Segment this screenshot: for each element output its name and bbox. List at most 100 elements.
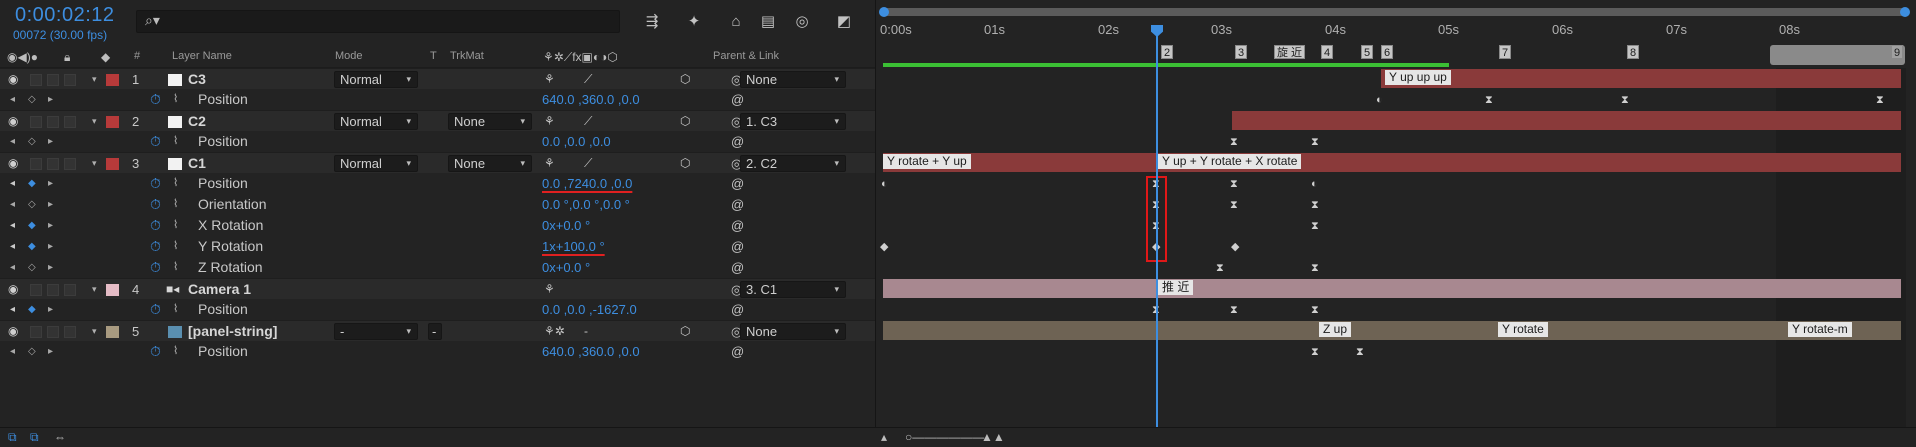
expression-pickwhip-icon[interactable]: @ [731, 257, 744, 278]
prev-keyframe-icon[interactable]: ◂ [10, 299, 15, 320]
solo-switch[interactable] [47, 116, 59, 128]
label-color-chip[interactable] [106, 326, 119, 338]
bar-marker-label[interactable]: Y up + Y rotate + X rotate [1158, 154, 1302, 169]
stopwatch-icon[interactable]: ⏱︎ [150, 89, 161, 110]
parent-dropdown[interactable]: 1. C3 ▾ [740, 113, 846, 130]
keyframe[interactable]: ⧗ [1230, 178, 1238, 190]
blend-mode-dropdown[interactable]: - ▾ [334, 323, 418, 340]
expression-pickwhip-icon[interactable]: @ [731, 131, 744, 152]
next-keyframe-icon[interactable]: ▸ [48, 89, 53, 110]
motion-blur-icon[interactable]: ◎ [791, 11, 813, 33]
blend-mode-dropdown[interactable]: Normal ▾ [334, 155, 418, 172]
twirl-down-icon[interactable]: ▾ [92, 153, 97, 174]
shy-switch-icon[interactable]: ⚘ [544, 279, 555, 300]
comp-marker[interactable]: 3 [1235, 45, 1248, 59]
solo-switch[interactable] [47, 326, 59, 338]
keyframe[interactable]: ⧗ [1311, 346, 1319, 358]
3d-layer-icon[interactable]: ⬡ [680, 111, 690, 132]
stopwatch-icon[interactable]: ⏱︎ [150, 341, 161, 362]
label-color-chip[interactable] [106, 284, 119, 296]
transfer-controls-toggle-icon[interactable]: ⧉ [30, 430, 39, 445]
stopwatch-icon[interactable]: ⏱︎ [150, 299, 161, 320]
layer-row-camera-1[interactable]: ◉ ▾ 4 ■◂ Camera 1 ⚘ ◎ 3. C1 ▾ [0, 278, 875, 299]
time-navigator-start-handle[interactable] [879, 7, 889, 17]
add-keyframe-icon[interactable]: ◇ [28, 131, 36, 152]
quality-switch-icon[interactable]: ⟋ [584, 111, 592, 132]
layer-switches-toggle-icon[interactable]: ⧉ [8, 430, 17, 445]
property-row-position[interactable]: ◂ ◆ ▸ ⏱︎ ⌇ Position 0.0 ,0.0 ,-1627.0 @ [0, 299, 875, 320]
layer-row-panel-string[interactable]: ◉ ▾ 5 [panel-string] - ▾ - ⚘✲ - ⬡ ◎ None ▾ [0, 320, 875, 341]
work-area-bar[interactable] [883, 63, 1449, 67]
add-keyframe-icon[interactable]: ◇ [28, 89, 36, 110]
bar-marker-label[interactable]: 推 近 [1158, 280, 1194, 295]
next-keyframe-icon[interactable]: ▸ [48, 257, 53, 278]
expression-pickwhip-icon[interactable]: @ [731, 173, 744, 194]
keyframe[interactable]: ⧗ [1485, 94, 1493, 106]
comp-marker[interactable]: 7 [1499, 45, 1512, 59]
layer-name[interactable]: Camera 1 [188, 279, 251, 300]
3d-layer-icon[interactable]: ⬡ [680, 321, 690, 342]
prev-keyframe-icon[interactable]: ◂ [10, 131, 15, 152]
add-keyframe-icon[interactable]: ◇ [28, 341, 36, 362]
property-value[interactable]: 0.0 ,0.0 ,0.0 [542, 131, 611, 152]
keyframe[interactable]: ⧗ [1311, 136, 1319, 148]
layer-name[interactable]: C2 [188, 111, 206, 132]
track-matte-dropdown[interactable]: - [428, 323, 442, 340]
3d-layer-icon[interactable]: ⬡ [680, 69, 690, 90]
track-matte-dropdown[interactable]: None ▾ [448, 113, 532, 130]
next-keyframe-icon[interactable]: ▸ [48, 236, 53, 257]
current-time-indicator-head[interactable] [1151, 25, 1163, 37]
label-color-chip[interactable] [106, 158, 119, 170]
zoom-in-icon[interactable]: ▲▲ [981, 430, 1005, 444]
keyframe[interactable]: ⧗ [1311, 262, 1319, 274]
property-value[interactable]: 0x+0.0 ° [542, 257, 590, 278]
expression-pickwhip-icon[interactable]: @ [731, 236, 744, 257]
layer-bar-c2[interactable] [1232, 111, 1901, 130]
layer-row-c2[interactable]: ◉ ▾ 2 C2 Normal ▾ None ▾ ⚘ ⟋ ⬡ ◎ 1. C3 ▾ [0, 110, 875, 131]
current-time-indicator[interactable] [1156, 28, 1158, 432]
keyframe[interactable]: ⧗ [1230, 199, 1238, 211]
expression-pickwhip-icon[interactable]: @ [731, 341, 744, 362]
expression-pickwhip-icon[interactable]: @ [731, 89, 744, 110]
zoom-out-icon[interactable]: ▴ [881, 430, 887, 444]
3d-layer-icon[interactable]: ⬡ [680, 153, 690, 174]
parent-dropdown[interactable]: 2. C2 ▾ [740, 155, 846, 172]
next-keyframe-icon[interactable]: ▸ [48, 173, 53, 194]
next-keyframe-icon[interactable]: ▸ [48, 215, 53, 236]
comp-marker[interactable]: 旋 近 [1274, 45, 1306, 59]
twirl-down-icon[interactable]: ▾ [92, 111, 97, 132]
visibility-eye-icon[interactable]: ◉ [8, 69, 18, 90]
property-row-position[interactable]: ◂ ◇ ▸ ⏱︎ ⌇ Position 640.0 ,360.0 ,0.0 @ [0, 89, 875, 110]
keyframe[interactable]: ◆ [1231, 241, 1239, 253]
solo-switch[interactable] [47, 158, 59, 170]
stopwatch-icon[interactable]: ⏱︎ [150, 215, 161, 236]
time-navigator-bar[interactable] [883, 8, 1905, 16]
prev-keyframe-icon[interactable]: ◂ [10, 236, 15, 257]
visibility-eye-icon[interactable]: ◉ [8, 321, 18, 342]
lock-switch[interactable] [64, 284, 76, 296]
shy-switch-icon[interactable]: ⚘ [544, 69, 555, 90]
visibility-eye-icon[interactable]: ◉ [8, 111, 18, 132]
expression-pickwhip-icon[interactable]: @ [731, 215, 744, 236]
keyframe-active-icon[interactable]: ◆ [28, 173, 36, 194]
layer-name-column-header[interactable]: Layer Name [172, 50, 232, 62]
lock-switch[interactable] [64, 116, 76, 128]
add-keyframe-icon[interactable]: ◇ [28, 194, 36, 215]
comp-marker[interactable]: 9 [1891, 45, 1904, 59]
next-keyframe-icon[interactable]: ▸ [48, 299, 53, 320]
add-keyframe-icon[interactable]: ◇ [28, 257, 36, 278]
next-keyframe-icon[interactable]: ▸ [48, 194, 53, 215]
prev-keyframe-icon[interactable]: ◂ [10, 215, 15, 236]
layer-row-c3[interactable]: ◉ ▾ 1 C3 Normal ▾ ⚘ ⟋ ⬡ ◎ None ▾ [0, 68, 875, 89]
stopwatch-icon[interactable]: ⏱︎ [150, 257, 161, 278]
keyframe[interactable]: ◐ [1311, 178, 1318, 190]
solo-switch[interactable] [47, 74, 59, 86]
comp-mini-flowchart-icon[interactable]: ⇶ [641, 11, 663, 33]
property-value[interactable]: 0.0 ,7240.0 ,0.0 [542, 173, 632, 194]
comp-marker[interactable]: 5 [1361, 45, 1374, 59]
graph-editor-icon[interactable]: ◩ [833, 11, 855, 33]
prev-keyframe-icon[interactable]: ◂ [10, 89, 15, 110]
keyframe[interactable]: ⧗ [1621, 94, 1629, 106]
twirl-down-icon[interactable]: ▾ [92, 69, 97, 90]
layer-bar-camera-1[interactable]: 推 近 [883, 279, 1901, 298]
